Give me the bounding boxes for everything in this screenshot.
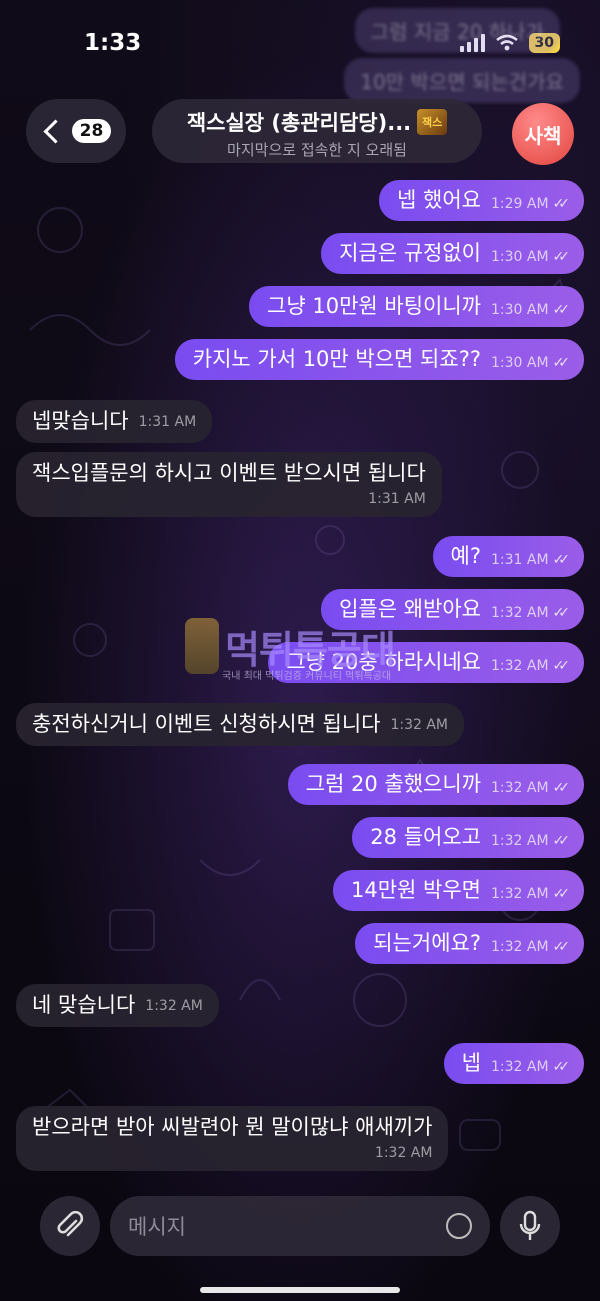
message-time: 1:31 AM ✓✓	[491, 553, 570, 567]
message-time: 1:32 AM ✓✓	[491, 834, 570, 848]
incoming-message[interactable]: 넵맞습니다 1:31 AM	[16, 400, 213, 443]
outgoing-message[interactable]: 지금은 규정없이 1:30 AM ✓✓	[321, 233, 584, 274]
incoming-message[interactable]: 충전하신거니 이벤트 신청하시면 됩니다 1:32 AM	[16, 703, 465, 746]
outgoing-message[interactable]: 되는거에요? 1:32 AM ✓✓	[355, 923, 584, 964]
outgoing-message[interactable]: 카지노 가서 10만 박으면 되죠?? 1:30 AM ✓✓	[174, 339, 584, 380]
message-time-text: 1:32 AM	[490, 1058, 549, 1075]
message-time-text: 1:32 AM	[490, 779, 549, 796]
read-check-icon: ✓✓	[552, 248, 571, 265]
incoming-message[interactable]: 네 맞습니다 1:32 AM	[16, 984, 219, 1027]
read-check-icon: ✓✓	[552, 832, 571, 849]
message-time: 1:29 AM ✓✓	[491, 197, 570, 211]
message-time-text: 1:32 AM	[490, 657, 549, 674]
message-text: 28 들어오고	[370, 825, 481, 849]
watermark-subtitle: 국내 최대 먹튀검증 커뮤니티 먹튀특공대	[222, 671, 392, 682]
message-text: 지금은 규정없이	[339, 241, 481, 265]
outgoing-message[interactable]: 그럼 20 출했으니까 1:32 AM ✓✓	[287, 764, 584, 805]
back-button[interactable]: 28	[26, 99, 126, 163]
jacks-logo-icon: 잭스	[417, 109, 448, 135]
message-time: 1:30 AM ✓✓	[491, 250, 570, 264]
microphone-icon	[519, 1210, 541, 1240]
read-check-icon: ✓✓	[552, 195, 571, 212]
faded-message: 그럼 지금 20 하나가	[354, 8, 560, 53]
message-text: 되는거에요?	[373, 931, 481, 955]
message-time: 1:32 AM ✓✓	[491, 781, 570, 795]
outgoing-message[interactable]: 14만원 박우면 1:32 AM ✓✓	[332, 870, 584, 911]
watermark-logo: 먹튀특공대	[185, 618, 396, 674]
faded-message: 10만 박으면 되는건가요	[344, 58, 580, 103]
message-time-text: 1:30 AM	[490, 354, 549, 371]
message-time: 1:32 AM	[145, 997, 203, 1014]
message-time: 1:32 AM	[374, 1145, 433, 1161]
outgoing-message[interactable]: 28 들어오고 1:32 AM ✓✓	[352, 817, 584, 858]
watermark-title: 먹튀특공대	[225, 627, 396, 672]
message-time: 1:32 AM ✓✓	[491, 1060, 570, 1074]
message-text: 넵 했어요	[397, 188, 481, 212]
outgoing-message[interactable]: 예? 1:31 AM ✓✓	[432, 536, 584, 577]
message-time: 1:32 AM ✓✓	[491, 940, 570, 954]
message-time-text: 1:29 AM	[490, 195, 549, 212]
message-time: 1:32 AM ✓✓	[491, 887, 570, 901]
read-check-icon: ✓✓	[552, 938, 571, 955]
message-text: 넵	[461, 1051, 481, 1075]
message-time: 1:32 AM ✓✓	[491, 606, 570, 620]
message-text: 그냥 10만원 바팅이니까	[267, 294, 481, 318]
message-text: 네 맞습니다	[32, 993, 136, 1017]
home-indicator	[200, 1287, 400, 1293]
attach-button[interactable]	[40, 1196, 100, 1256]
message-time: 1:31 AM	[368, 491, 426, 507]
outgoing-message[interactable]: 넵 1:32 AM ✓✓	[443, 1043, 584, 1084]
paperclip-icon	[57, 1211, 84, 1237]
chevron-left-icon	[43, 118, 68, 144]
outgoing-message[interactable]: 그냥 10만원 바팅이니까 1:30 AM ✓✓	[249, 286, 584, 327]
message-text: 그럼 20 출했으니까	[305, 772, 481, 796]
message-time-text: 1:32 AM	[490, 885, 549, 902]
message-text: 넵맞습니다	[32, 409, 129, 433]
outgoing-message[interactable]: 넵 했어요 1:29 AM ✓✓	[379, 180, 584, 221]
message-time: 1:30 AM ✓✓	[491, 303, 570, 317]
message-time: 1:31 AM	[138, 413, 197, 430]
avatar[interactable]: 사책	[512, 103, 574, 165]
message-text: 14만원 박우면	[350, 878, 481, 902]
message-time: 1:32 AM	[390, 716, 449, 733]
read-check-icon: ✓✓	[552, 604, 571, 621]
message-text: 충전하신거니 이벤트 신청하시면 됩니다	[32, 712, 381, 736]
message-time-text: 1:32 AM	[490, 938, 549, 955]
message-text: 잭스입플문의 하시고 이벤트 받으시면 됩니다	[32, 461, 426, 485]
incoming-message[interactable]: 잭스입플문의 하시고 이벤트 받으시면 됩니다 1:31 AM	[16, 452, 442, 517]
read-check-icon: ✓✓	[552, 885, 571, 902]
message-input-placeholder: 메시지	[128, 1215, 186, 1239]
microphone-button[interactable]	[500, 1196, 560, 1256]
read-check-icon: ✓✓	[552, 551, 571, 568]
message-time: 1:30 AM ✓✓	[491, 356, 570, 370]
message-time-text: 1:30 AM	[490, 248, 549, 265]
status-time: 1:33	[84, 30, 142, 56]
read-check-icon: ✓✓	[552, 1058, 571, 1075]
soldier-icon	[185, 618, 219, 674]
message-text: 카지노 가서 10만 박으면 되죠??	[192, 347, 481, 371]
read-check-icon: ✓✓	[552, 657, 571, 674]
sticker-icon[interactable]	[446, 1213, 472, 1239]
incoming-message[interactable]: 받으라면 받아 씨발련아 뭔 말이많냐 애새끼가 1:32 AM	[16, 1106, 449, 1171]
message-input[interactable]: 메시지	[110, 1196, 490, 1256]
message-time-text: 1:32 AM	[490, 832, 549, 849]
unread-count-badge: 28	[71, 119, 112, 143]
message-time: 1:32 AM ✓✓	[491, 659, 570, 673]
message-text: 입플은 왜받아요	[339, 597, 481, 621]
message-text: 예?	[450, 544, 481, 568]
chat-name: 잭스실장 (총관리담당)...	[186, 111, 412, 135]
read-check-icon: ✓✓	[552, 301, 571, 318]
chat-title[interactable]: 잭스실장 (총관리담당)... 잭스 마지막으로 접속한 지 오래됨	[152, 99, 482, 163]
message-text: 받으라면 받아 씨발련아 뭔 말이많냐 애새끼가	[32, 1115, 433, 1139]
message-time-text: 1:30 AM	[490, 301, 549, 318]
read-check-icon: ✓✓	[552, 779, 571, 796]
message-time-text: 1:31 AM	[490, 551, 549, 568]
read-check-icon: ✓✓	[552, 354, 571, 371]
last-seen-status: 마지막으로 접속한 지 오래됨	[227, 141, 407, 159]
message-time-text: 1:32 AM	[490, 604, 549, 621]
